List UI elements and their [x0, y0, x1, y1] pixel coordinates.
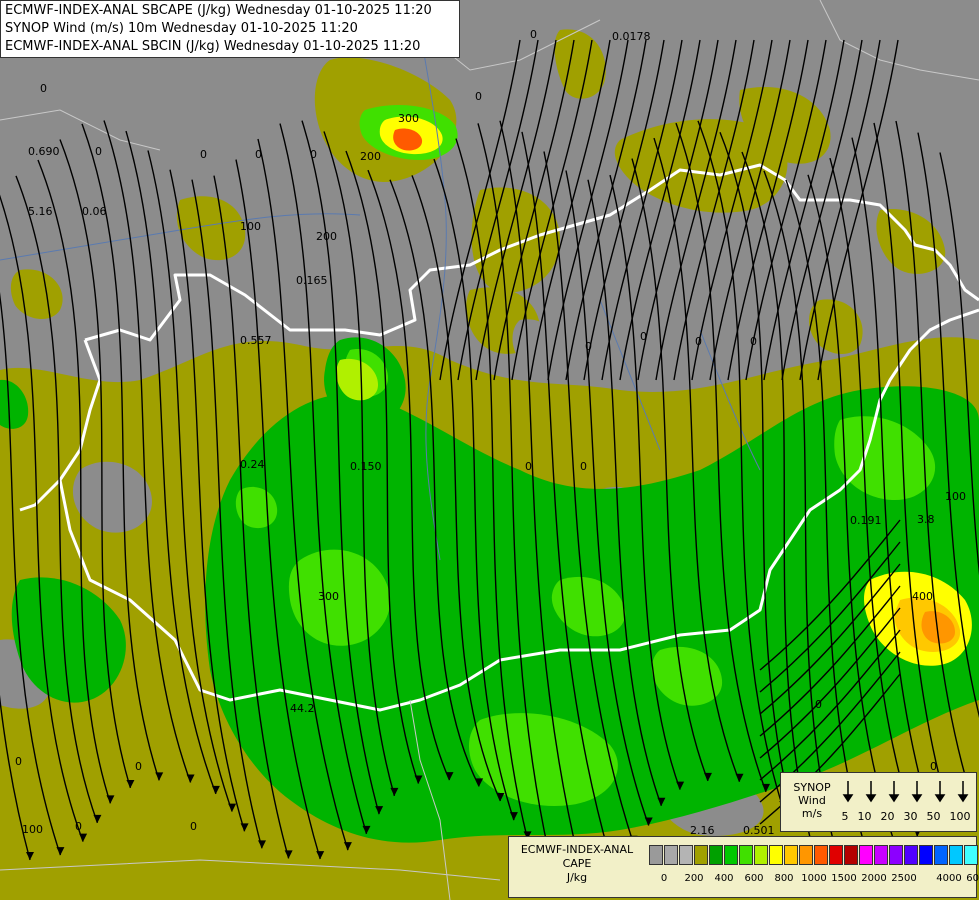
map-label: 5.16	[28, 205, 53, 218]
header-cape-line: ECMWF-INDEX-ANAL SBCAPE (J/kg) Wednesday…	[5, 3, 432, 18]
synop-speed: 50	[926, 810, 941, 823]
map-label: 0	[640, 330, 647, 343]
map-label: 0	[310, 148, 317, 161]
cape-tick-labels: 0 200 400 600 800 1000 1500 2000 2500 4000 6000	[649, 873, 979, 889]
cape-tick: 800	[774, 873, 794, 884]
cape-legend-title-3: J/kg	[566, 871, 588, 884]
map-label: 0	[530, 28, 537, 41]
cape-tick: 1000	[801, 873, 827, 884]
map-label: 0.191	[850, 514, 882, 527]
cape-swatch	[769, 845, 783, 865]
synop-legend-title: SYNOP Wind m/s	[787, 781, 837, 820]
cape-color-legend: ECMWF-INDEX-ANAL CAPE J/kg 0 200 400 600 800…	[508, 836, 979, 898]
map-label: 44.2	[290, 702, 315, 715]
map-label: 0	[475, 90, 482, 103]
cape-swatch	[724, 845, 738, 865]
map-label: 300	[398, 112, 419, 125]
map-label: 0.165	[296, 274, 328, 287]
cape-swatch	[874, 845, 888, 865]
map-label: 100	[22, 823, 43, 836]
cape-swatch	[904, 845, 918, 865]
synop-speed: 100	[949, 810, 971, 823]
map-label: 0	[525, 460, 532, 473]
cape-swatch	[739, 845, 753, 865]
synop-legend-title-1: SYNOP	[793, 781, 831, 794]
synop-speed: 30	[903, 810, 918, 823]
synop-speed-labels: 5 10 20 30 50 100	[837, 810, 975, 823]
map-view[interactable]: 0.0178 0.690 5.16 0.06 0.165 0.557 0.24 …	[0, 0, 979, 900]
header-cin-line: ECMWF-INDEX-ANAL SBCIN (J/kg) Wednesday …	[5, 39, 421, 54]
cape-swatch	[664, 845, 678, 865]
map-header: ECMWF-INDEX-ANAL SBCAPE (J/kg) Wednesday…	[0, 0, 460, 58]
cape-tick: 600	[744, 873, 764, 884]
map-label: 0	[585, 340, 592, 353]
cape-color-swatches	[649, 845, 979, 867]
cape-tick: 1500	[831, 873, 857, 884]
header-wind-line: SYNOP Wind (m/s) 10m Wednesday 01-10-202…	[5, 21, 358, 36]
cape-map-canvas[interactable]: 0.0178 0.690 5.16 0.06 0.165 0.557 0.24 …	[0, 0, 979, 900]
cape-tick: 4000	[936, 873, 962, 884]
cape-tick: 0	[660, 873, 668, 884]
cape-swatch	[964, 845, 978, 865]
map-label: 300	[318, 590, 339, 603]
cape-swatch	[814, 845, 828, 865]
cape-swatch	[694, 845, 708, 865]
map-label: 0.06	[82, 205, 107, 218]
map-label: 0	[255, 148, 262, 161]
synop-legend-title-2: Wind	[798, 794, 826, 807]
cape-swatch	[949, 845, 963, 865]
cape-swatch	[799, 845, 813, 865]
cape-tick: 400	[714, 873, 734, 884]
map-label: 200	[360, 150, 381, 163]
map-label: 0	[95, 145, 102, 158]
map-label: 100	[945, 490, 966, 503]
cape-tick: 6000	[966, 873, 979, 884]
map-label: 100	[240, 220, 261, 233]
cape-swatch	[709, 845, 723, 865]
map-label: 0	[695, 335, 702, 348]
map-label: 400	[912, 590, 933, 603]
map-label: 0	[75, 820, 82, 833]
cape-swatch	[844, 845, 858, 865]
map-label: 0	[190, 820, 197, 833]
map-label: 200	[316, 230, 337, 243]
cape-swatch	[859, 845, 873, 865]
cape-tick: 2500	[891, 873, 917, 884]
map-label: 0	[40, 82, 47, 95]
cape-legend-title-2: CAPE	[562, 857, 592, 870]
map-label: 0	[135, 760, 142, 773]
cape-swatch	[829, 845, 843, 865]
map-label: 0	[15, 755, 22, 768]
synop-speed: 10	[857, 810, 872, 823]
synop-wind-legend: SYNOP Wind m/s 5 10 20 30 50 100	[780, 772, 977, 832]
cape-swatch	[919, 845, 933, 865]
synop-legend-title-3: m/s	[801, 807, 823, 820]
cape-swatch	[679, 845, 693, 865]
map-label: 0	[750, 335, 757, 348]
cape-legend-title-1: ECMWF-INDEX-ANAL	[520, 843, 634, 856]
cape-tick: 200	[684, 873, 704, 884]
synop-barb-icons	[842, 781, 969, 803]
map-label: 0	[580, 460, 587, 473]
cape-tick: 2000	[861, 873, 887, 884]
synop-speed: 5	[841, 810, 849, 823]
synop-speed: 20	[880, 810, 895, 823]
map-label: 0.557	[240, 334, 272, 347]
cape-swatch	[889, 845, 903, 865]
cape-swatch	[934, 845, 948, 865]
cape-legend-title: ECMWF-INDEX-ANAL CAPE J/kg	[511, 843, 643, 885]
cape-swatch	[754, 845, 768, 865]
map-label: 0.24	[240, 458, 265, 471]
map-label: 3.8	[917, 513, 935, 526]
map-label: 0.150	[350, 460, 382, 473]
map-label: 0	[200, 148, 207, 161]
map-label: 0.690	[28, 145, 60, 158]
map-label: 0.0178	[612, 30, 651, 43]
map-label: 0	[815, 698, 822, 711]
cape-swatch	[649, 845, 663, 865]
cape-swatch	[784, 845, 798, 865]
